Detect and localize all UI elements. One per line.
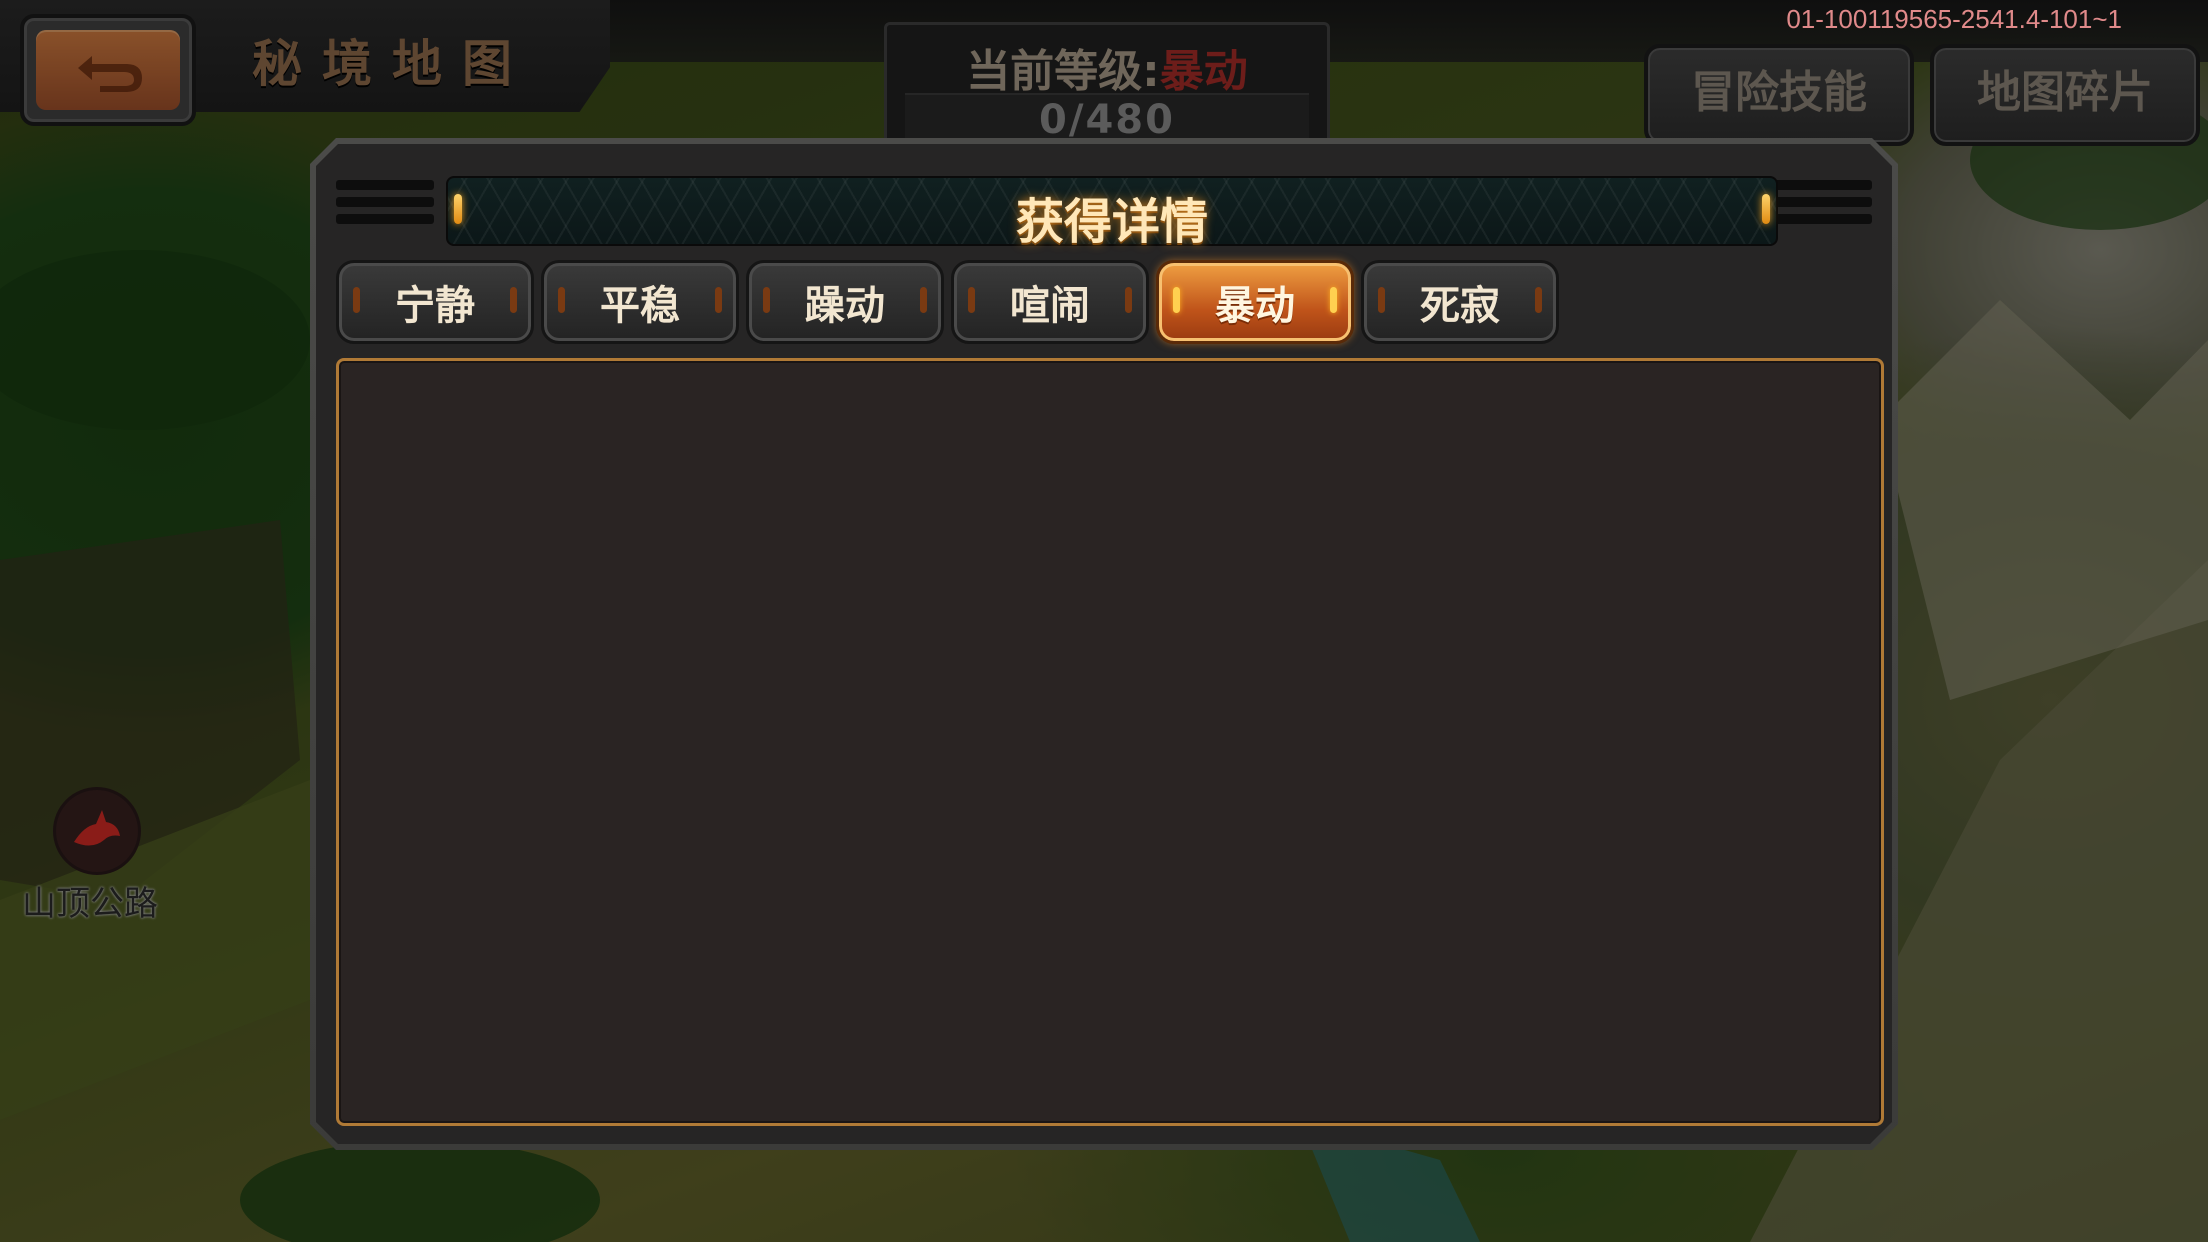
build-id: 01-100119565-2541.4-101~1	[1786, 4, 2122, 34]
tab-label: 喧闹	[1010, 283, 1090, 329]
dialog-header: 获得详情	[446, 176, 1778, 246]
details-content-area[interactable]	[336, 358, 1884, 1126]
level-value: 暴动	[1159, 46, 1248, 97]
level-progress: 0/480	[905, 93, 1309, 143]
back-button[interactable]	[20, 14, 196, 126]
tab-level-5[interactable]: 暴动	[1156, 260, 1354, 344]
left-vent-decoration	[336, 180, 434, 231]
acquisition-details-dialog: 获得详情 宁静 平稳 躁动 喧闹 暴动 死寂	[310, 138, 1898, 1150]
level-panel: 当前等级:暴动 0/480	[884, 22, 1330, 146]
page-title: 秘境地图	[252, 35, 532, 93]
location-label: 山顶公路	[22, 884, 158, 924]
level-label: 当前等级:	[966, 46, 1160, 97]
tab-label: 宁静	[395, 283, 475, 329]
dialog-title: 获得详情	[1015, 194, 1208, 250]
map-fragments-button[interactable]: 地图碎片	[1930, 44, 2200, 146]
tab-level-6[interactable]: 死寂	[1361, 260, 1559, 344]
tab-level-2[interactable]: 平稳	[541, 260, 739, 344]
tab-label: 平稳	[600, 283, 680, 329]
tab-level-4[interactable]: 喧闹	[951, 260, 1149, 344]
tab-label: 死寂	[1420, 283, 1500, 329]
tab-label: 躁动	[805, 283, 885, 329]
level-line: 当前等级:暴动	[887, 35, 1327, 99]
wolf-head-icon	[74, 810, 120, 846]
back-arrow-icon	[78, 56, 142, 92]
right-vent-decoration	[1774, 180, 1872, 231]
tab-label: 暴动	[1215, 283, 1295, 329]
adventure-skills-button[interactable]: 冒险技能	[1644, 44, 1914, 146]
tab-level-1[interactable]: 宁静	[336, 260, 534, 344]
location-marker[interactable]	[56, 790, 138, 872]
level-progress-text: 0/480	[1039, 97, 1175, 143]
tab-level-3[interactable]: 躁动	[746, 260, 944, 344]
